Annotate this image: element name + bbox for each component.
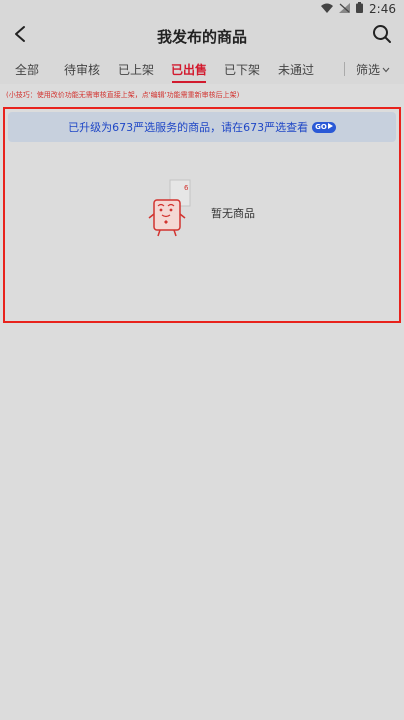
play-arrow-icon [327,123,333,131]
wifi-icon [321,2,334,16]
empty-state-text: 暂无商品 [211,207,255,220]
search-button[interactable] [368,22,396,50]
search-icon [372,24,392,48]
tabs-divider [344,62,345,76]
status-tabs: 全部 待审核 已上架 已出售 已下架 未通过 筛选 [0,54,404,84]
svg-text:6: 6 [184,184,189,192]
status-time: 2:46 [369,2,396,16]
go-label: GO [315,123,327,131]
back-button[interactable] [6,22,34,50]
tab-all[interactable]: 全部 [10,54,44,84]
active-tab-indicator [172,81,206,83]
empty-box-mascot-icon: 6 [148,178,196,240]
tab-label: 未通过 [277,62,314,77]
top-app-bar: 我发布的商品 [0,18,404,54]
back-arrow-icon [13,25,27,47]
yanxuan-banner[interactable]: 已升级为673严选服务的商品，请在673严选查看 GO [8,112,396,142]
tab-listed[interactable]: 已上架 [114,54,158,84]
go-button[interactable]: GO [312,121,336,133]
status-bar: 2:46 [0,0,404,18]
tab-label: 已下架 [223,62,260,77]
page-title: 我发布的商品 [156,27,247,46]
filter-button[interactable]: 筛选 [356,54,390,84]
tab-delisted[interactable]: 已下架 [220,54,264,84]
tip-text: (小技巧：使用改价功能无需审核直接上架，点'编辑'功能需重新审核后上架) [6,91,240,99]
tab-rejected[interactable]: 未通过 [274,54,318,84]
chevron-down-icon [382,62,390,76]
filter-label: 筛选 [356,62,381,77]
battery-icon [356,2,364,16]
tab-label: 待审核 [63,62,100,77]
tab-sold[interactable]: 已出售 [167,54,211,84]
banner-text: 已升级为673严选服务的商品，请在673严选查看 [68,121,309,134]
tab-label: 已上架 [117,62,154,77]
no-signal-icon [339,2,351,16]
tab-label: 已出售 [170,62,207,77]
tab-label: 全部 [14,62,39,77]
tab-pending-review[interactable]: 待审核 [60,54,104,84]
